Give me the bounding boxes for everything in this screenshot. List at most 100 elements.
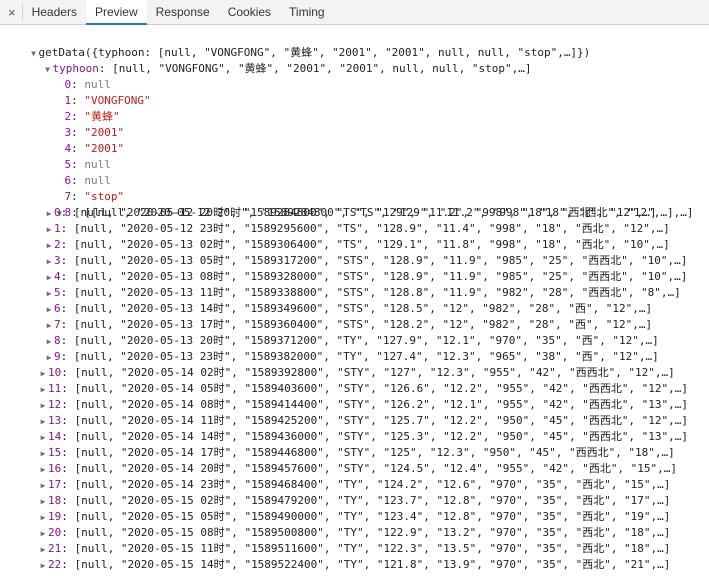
track-item-summary: [null, "2020-05-14 08时", "1589414400", "… — [74, 398, 689, 411]
collapsed-triangle-icon[interactable]: ▶ — [38, 430, 48, 446]
collapsed-triangle-icon[interactable]: ▶ — [38, 510, 48, 526]
collapsed-triangle-icon[interactable]: ▶ — [38, 478, 48, 494]
collapsed-triangle-icon[interactable]: ▶ — [38, 462, 48, 478]
preview-panel: ▼ getData({typhoon: [null, "VONGFONG", "黄… — [0, 25, 709, 581]
tab-timing[interactable]: Timing — [280, 0, 334, 24]
track-item-row[interactable]: ▶ 21: [null, "2020-05-15 11时", "158951160… — [38, 541, 671, 558]
tab-response[interactable]: Response — [147, 0, 219, 24]
track-item-summary: [null, "2020-05-13 23时", "1589382000", "… — [73, 350, 659, 363]
colon: : — [60, 286, 74, 299]
track-item-key: 5 — [54, 286, 61, 299]
collapsed-triangle-icon[interactable]: ▶ — [44, 222, 54, 238]
collapsed-triangle-icon[interactable]: ▶ — [44, 318, 54, 334]
colon: : — [61, 494, 75, 507]
track-item-row[interactable]: ▶ 16: [null, "2020-05-14 20时", "158945760… — [38, 461, 677, 477]
collapsed-triangle-icon[interactable]: ▶ — [44, 254, 54, 270]
colon: : — [60, 222, 74, 235]
track-item-row[interactable]: ▶ 5: [null, "2020-05-13 11时", "1589338800… — [44, 285, 681, 301]
tree-root-row[interactable]: ▼ getData({typhoon: [null, "VONGFONG", "黄… — [2, 29, 590, 59]
collapsed-triangle-icon[interactable]: ▶ — [38, 382, 48, 398]
track-item-summary: [null, "2020-05-13 08时", "1589328000", "… — [73, 270, 688, 283]
track-item-row[interactable]: ▶ 0: [null, "2020-05-12 20时", "1589284800… — [44, 205, 657, 221]
collapsed-triangle-icon[interactable]: ▶ — [38, 366, 48, 382]
track-item-key: 14 — [48, 430, 62, 443]
track-item-summary: [null, "2020-05-13 05时", "1589317200", "… — [73, 254, 688, 267]
track-item-key: 3 — [54, 254, 61, 267]
devtools-tabbar: × Headers Preview Response Cookies Timin… — [0, 0, 709, 25]
tab-cookies[interactable]: Cookies — [219, 0, 280, 24]
track-item-key: 19 — [48, 510, 62, 523]
track-item-row[interactable]: ▶ 3: [null, "2020-05-13 05时", "1589317200… — [44, 253, 688, 270]
track-item-row[interactable]: ▶ 13: [null, "2020-05-14 11时", "158942520… — [38, 413, 688, 429]
collapsed-triangle-icon[interactable]: ▶ — [38, 398, 48, 414]
track-item-key: 16 — [48, 462, 62, 475]
track-item-row[interactable]: ▶ 17: [null, "2020-05-14 23时", "158946840… — [38, 477, 671, 494]
colon: : — [61, 366, 75, 379]
track-item-row[interactable]: ▶ 7: [null, "2020-05-13 17时", "1589360400… — [44, 317, 653, 334]
item-row: 3: "2001" — [38, 109, 125, 139]
collapsed-triangle-icon[interactable]: ▶ — [38, 414, 48, 430]
tab-headers[interactable]: Headers — [23, 0, 86, 24]
collapsed-triangle-icon[interactable]: ▶ — [44, 270, 54, 286]
collapsed-triangle-icon[interactable]: ▶ — [44, 238, 54, 254]
colon: : — [60, 238, 74, 251]
item-row: 6: null — [38, 157, 111, 187]
colon: : — [61, 542, 75, 555]
track-item-row[interactable]: ▶ 20: [null, "2020-05-15 08时", "158950080… — [38, 525, 671, 542]
collapsed-triangle-icon[interactable]: ▶ — [44, 286, 54, 302]
typhoon-row[interactable]: ▼ typhoon: [null, "VONGFONG", "黄蜂", "2001… — [16, 45, 531, 75]
tab-preview[interactable]: Preview — [85, 0, 147, 25]
collapsed-triangle-icon[interactable]: ▶ — [38, 526, 48, 542]
colon: : — [60, 206, 74, 219]
item-row: 7: "stop" — [38, 173, 125, 203]
track-item-row[interactable]: ▶ 2: [null, "2020-05-13 02时", "1589306400… — [44, 237, 670, 253]
collapsed-triangle-icon[interactable]: ▶ — [38, 494, 48, 510]
track-row[interactable]: ▼ 8: [[null, "2020-05-12 20时", "158928480… — [28, 189, 693, 219]
track-item-summary: [null, "2020-05-14 23时", "1589468400", "… — [74, 478, 671, 491]
track-item-row[interactable]: ▶ 6: [null, "2020-05-13 14时", "1589349600… — [44, 301, 653, 318]
track-item-summary: [null, "2020-05-15 02时", "1589479200", "… — [74, 494, 671, 507]
collapsed-triangle-icon[interactable]: ▶ — [44, 334, 54, 350]
collapsed-triangle-icon[interactable]: ▶ — [38, 542, 48, 558]
track-item-row[interactable]: ▶ 4: [null, "2020-05-13 08时", "1589328000… — [44, 269, 688, 286]
track-item-row[interactable]: ▶ 8: [null, "2020-05-13 20时", "1589371200… — [44, 333, 659, 349]
track-item-row[interactable]: ▶ 14: [null, "2020-05-14 14时", "158943600… — [38, 429, 688, 445]
colon: : — [60, 270, 74, 283]
collapsed-triangle-icon[interactable]: ▶ — [44, 206, 54, 222]
track-item-key: 18 — [48, 494, 62, 507]
colon: : — [60, 318, 74, 331]
close-panel-icon[interactable]: × — [0, 0, 22, 24]
track-item-summary: [null, "2020-05-12 23时", "1589295600", "… — [73, 222, 670, 235]
track-item-key: 1 — [54, 222, 61, 235]
track-item-row[interactable]: ▶ 9: [null, "2020-05-13 23时", "1589382000… — [44, 349, 659, 365]
track-item-row[interactable]: ▶ 11: [null, "2020-05-14 05时", "158940360… — [38, 381, 688, 397]
track-item-row[interactable]: ▶ 12: [null, "2020-05-14 08时", "158941440… — [38, 397, 688, 413]
item-row: 5: null — [38, 141, 111, 171]
collapsed-triangle-icon[interactable]: ▶ — [44, 350, 54, 366]
track-item-row[interactable]: ▶ 1: [null, "2020-05-12 23时", "1589295600… — [44, 221, 670, 237]
track-item-summary: [null, "2020-05-14 11时", "1589425200", "… — [74, 414, 689, 427]
track-item-key: 6 — [54, 302, 61, 315]
track-item-row[interactable]: ▶ 19: [null, "2020-05-15 05时", "158949000… — [38, 509, 671, 526]
track-item-key: 17 — [48, 478, 62, 491]
track-item-summary: [null, "2020-05-13 11时", "1589338800", "… — [73, 286, 681, 299]
track-item-summary: [null, "2020-05-15 14时", "1589522400", "… — [74, 558, 671, 571]
track-item-key: 11 — [48, 382, 62, 395]
track-item-summary: [null, "2020-05-15 11时", "1589511600", "… — [74, 542, 671, 555]
track-item-summary: [null, "2020-05-15 08时", "1589500800", "… — [74, 526, 671, 539]
track-item-summary: [null, "2020-05-15 05时", "1589490000", "… — [74, 510, 671, 523]
collapsed-triangle-icon[interactable]: ▶ — [38, 446, 48, 462]
track-item-row[interactable]: ▶ 15: [null, "2020-05-14 17时", "158944680… — [38, 445, 675, 461]
track-item-row[interactable]: ▶ 10: [null, "2020-05-14 02时", "158939280… — [38, 365, 675, 381]
track-item-row[interactable]: ▶ 22: [null, "2020-05-15 14时", "158952240… — [38, 557, 671, 574]
track-item-summary: [null, "2020-05-14 20时", "1589457600", "… — [74, 462, 678, 475]
item-row: 0: null — [38, 61, 111, 91]
collapsed-triangle-icon[interactable]: ▶ — [38, 558, 48, 574]
collapsed-triangle-icon[interactable]: ▶ — [44, 302, 54, 318]
track-item-row[interactable]: ▶ 18: [null, "2020-05-15 02时", "158947920… — [38, 493, 671, 510]
colon: : — [61, 462, 75, 475]
colon: : — [60, 254, 74, 267]
track-item-summary: [null, "2020-05-14 02时", "1589392800", "… — [74, 366, 675, 379]
item-row: 4: "2001" — [38, 125, 125, 155]
track-item-summary: [null, "2020-05-13 02时", "1589306400", "… — [73, 238, 670, 251]
